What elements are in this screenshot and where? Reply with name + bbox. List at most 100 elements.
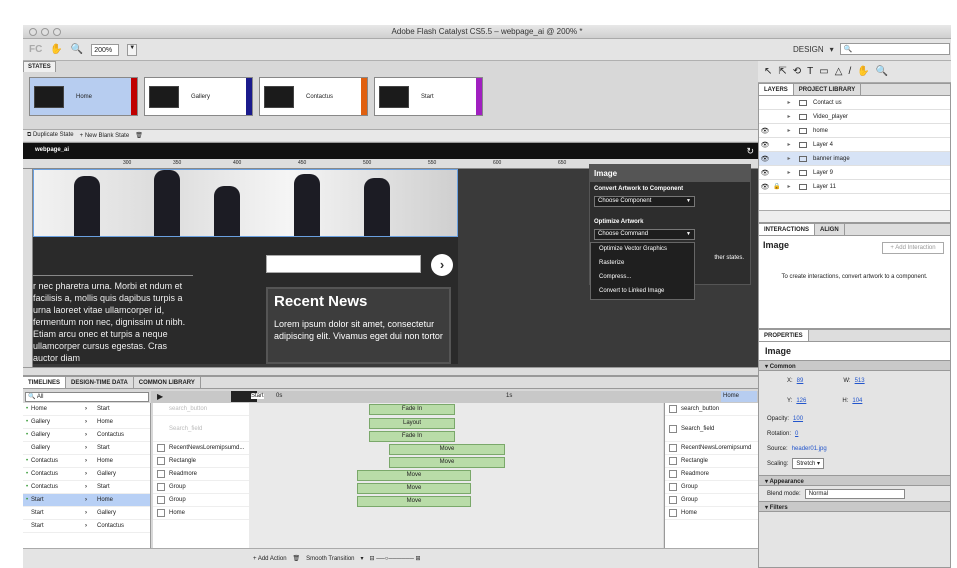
rotation-value[interactable]: 0 — [795, 431, 798, 437]
eye-icon[interactable]: 👁 — [759, 155, 771, 163]
object-row[interactable]: Search_field — [153, 416, 249, 442]
zoom-icon[interactable] — [53, 28, 61, 36]
tab-timelines[interactable]: TIMELINES — [23, 377, 67, 388]
state-contactus[interactable]: Contactus — [259, 77, 368, 116]
tab-properties[interactable]: PROPERTIES — [759, 330, 809, 341]
window-controls[interactable] — [29, 28, 61, 36]
object-row[interactable]: RecentNewsLoremipsumd — [665, 442, 758, 455]
zoom-slider[interactable]: ⊟ ──○────── ⊞ — [370, 555, 421, 562]
effect-segment[interactable]: Fade In — [369, 431, 455, 442]
tab-interactions[interactable]: INTERACTIONS — [759, 224, 815, 235]
blend-select[interactable]: Normal — [804, 488, 905, 499]
layer-row[interactable]: 👁 ▸ Layer 4 — [759, 138, 950, 152]
common-section-header[interactable]: ▾ Common — [759, 360, 950, 371]
state-home[interactable]: Home — [29, 77, 138, 116]
effect-segment[interactable]: Move — [357, 483, 471, 494]
minimize-icon[interactable] — [41, 28, 49, 36]
horizontal-scrollbar[interactable] — [23, 367, 758, 375]
eye-icon[interactable]: 👁 — [759, 183, 771, 191]
add-action-button[interactable]: + Add Action — [253, 556, 287, 562]
search-input[interactable]: 🔍 — [839, 43, 950, 55]
menu-item[interactable]: Compress... — [591, 271, 694, 285]
transition-row[interactable]: • Contactus › Start — [23, 481, 150, 494]
filters-section-header[interactable]: ▾ Filters — [759, 501, 950, 512]
w-value[interactable]: 513 — [855, 378, 865, 384]
lock-icon[interactable]: 🔒 — [771, 183, 783, 190]
object-row[interactable]: Group — [665, 494, 758, 507]
play-icon[interactable]: ▶ — [157, 392, 163, 401]
object-row[interactable]: Readmore — [665, 468, 758, 481]
state-start[interactable]: Start — [374, 77, 483, 116]
transition-row[interactable]: • Gallery › Contactus — [23, 429, 150, 442]
eye-icon[interactable]: 👁 — [759, 141, 771, 149]
state-gallery[interactable]: Gallery — [144, 77, 253, 116]
transition-row[interactable]: • Contactus › Gallery — [23, 468, 150, 481]
layer-row[interactable]: 👁 ▸ home — [759, 124, 950, 138]
effect-segment[interactable]: Fade In — [369, 404, 455, 415]
rectangle-tool-icon[interactable]: ▭ — [819, 66, 828, 77]
object-row[interactable]: RecentNewsLoremipsumd... — [153, 442, 249, 455]
choose-component-select[interactable]: Choose Component — [594, 196, 695, 207]
menu-item[interactable]: Optimize Vector Graphics — [591, 243, 694, 257]
menu-item[interactable]: Rasterize — [591, 257, 694, 271]
transition-row[interactable]: • Gallery › Home — [23, 416, 150, 429]
layer-row[interactable]: ▸ Video_player — [759, 110, 950, 124]
effect-segment[interactable]: Move — [389, 457, 505, 468]
zoom-tool-icon[interactable]: 🔍 — [876, 66, 888, 77]
h-value[interactable]: 104 — [852, 398, 862, 404]
layer-row[interactable]: 👁 ▸ banner image — [759, 152, 950, 166]
object-row[interactable]: search_button — [665, 403, 758, 416]
appearance-section-header[interactable]: ▾ Appearance — [759, 475, 950, 486]
close-icon[interactable] — [29, 28, 37, 36]
source-value[interactable]: header01.jpg — [792, 446, 827, 452]
zoom-tool-icon[interactable]: 🔍 — [71, 44, 83, 55]
object-row[interactable]: Home — [665, 507, 758, 520]
transition-row[interactable]: Start › Gallery — [23, 507, 150, 520]
direct-select-icon[interactable]: ⇱ — [778, 66, 786, 77]
object-row[interactable]: Readmore — [153, 468, 249, 481]
transition-row[interactable]: Start › Contactus — [23, 520, 150, 533]
effect-segment[interactable]: Layout — [369, 418, 455, 429]
eye-icon[interactable]: 👁 — [759, 169, 771, 177]
transition-row[interactable]: Gallery › Start — [23, 442, 150, 455]
shape-tool-icon[interactable]: △ — [835, 66, 843, 77]
smooth-transition-button[interactable]: Smooth Transition — [306, 556, 354, 562]
select-tool-icon[interactable]: ↖ — [764, 66, 772, 77]
effect-segment[interactable]: Move — [389, 444, 505, 455]
object-row[interactable]: Group — [153, 494, 249, 507]
layer-row[interactable]: 👁 ▸ Layer 9 — [759, 166, 950, 180]
add-interaction-button[interactable]: + Add Interaction — [882, 242, 944, 254]
states-tab[interactable]: STATES — [23, 61, 56, 72]
transition-filter-select[interactable]: 🔍 All — [25, 392, 149, 402]
object-row[interactable]: Rectangle — [153, 455, 249, 468]
layer-row[interactable]: 👁 🔒 ▸ Layer 11 — [759, 180, 950, 194]
opacity-value[interactable]: 100 — [793, 416, 803, 422]
scaling-select[interactable]: Stretch ▾ — [792, 458, 825, 469]
eye-icon[interactable]: 👁 — [759, 127, 771, 135]
refresh-icon[interactable]: ↻ — [746, 146, 754, 157]
timeline-track[interactable]: Fade In Layout Fade In Move Move Move Mo… — [249, 403, 663, 548]
effect-segment[interactable]: Move — [357, 496, 471, 507]
transition-row[interactable]: • Home › Start — [23, 403, 150, 416]
object-row[interactable]: Group — [153, 481, 249, 494]
tab-design-time-data[interactable]: DESIGN-TIME DATA — [66, 377, 134, 388]
object-row[interactable]: Home — [153, 507, 249, 520]
transition-row[interactable]: • Start › Home — [23, 494, 150, 507]
chevron-down-icon[interactable]: ▾ — [830, 45, 834, 54]
tab-align[interactable]: ALIGN — [815, 224, 845, 235]
y-value[interactable]: 126 — [796, 398, 806, 404]
x-value[interactable]: 89 — [797, 378, 804, 384]
chevron-down-icon[interactable]: ▾ — [361, 555, 364, 562]
line-tool-icon[interactable]: / — [848, 66, 851, 77]
zoom-dropdown[interactable]: ▼ — [127, 43, 138, 56]
transition-row[interactable]: • Contactus › Home — [23, 455, 150, 468]
transform-icon[interactable]: ⟲ — [793, 66, 801, 77]
hand-tool-icon[interactable]: ✋ — [857, 66, 869, 77]
tab-common-library[interactable]: COMMON LIBRARY — [134, 377, 201, 388]
duplicate-state-button[interactable]: ⧉ Duplicate State — [27, 132, 74, 139]
workspace-label[interactable]: DESIGN — [793, 45, 824, 54]
new-blank-state-button[interactable]: + New Blank State — [80, 133, 130, 139]
layer-row[interactable]: ▸ Contact us — [759, 96, 950, 110]
object-row[interactable]: Group — [665, 481, 758, 494]
hand-tool-icon[interactable]: ✋ — [50, 44, 62, 55]
